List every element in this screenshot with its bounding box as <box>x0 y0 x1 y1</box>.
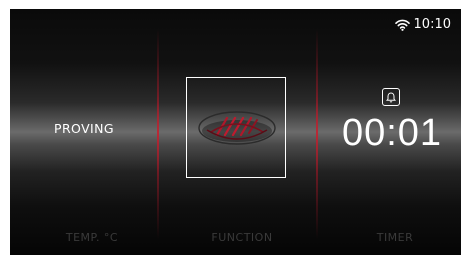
timer-column-label: TIMER <box>376 231 414 244</box>
function-selector[interactable] <box>186 77 286 178</box>
bread-proving-icon <box>198 111 276 145</box>
alarm-bell-icon[interactable] <box>382 88 400 106</box>
oven-display-screen: 10:10 PROVING 00:01 TEMP. °C FUNCTION TI… <box>10 9 461 255</box>
status-bar: 10:10 <box>394 17 451 32</box>
wifi-icon <box>394 19 410 31</box>
column-divider-right <box>316 29 318 239</box>
clock-time: 10:10 <box>413 17 451 32</box>
timer-value[interactable]: 00:01 <box>328 112 456 155</box>
function-mode-label[interactable]: PROVING <box>20 121 148 136</box>
temperature-column-label: TEMP. °C <box>65 231 119 244</box>
function-column-label: FUNCTION <box>211 231 273 244</box>
column-divider-left <box>157 29 159 239</box>
